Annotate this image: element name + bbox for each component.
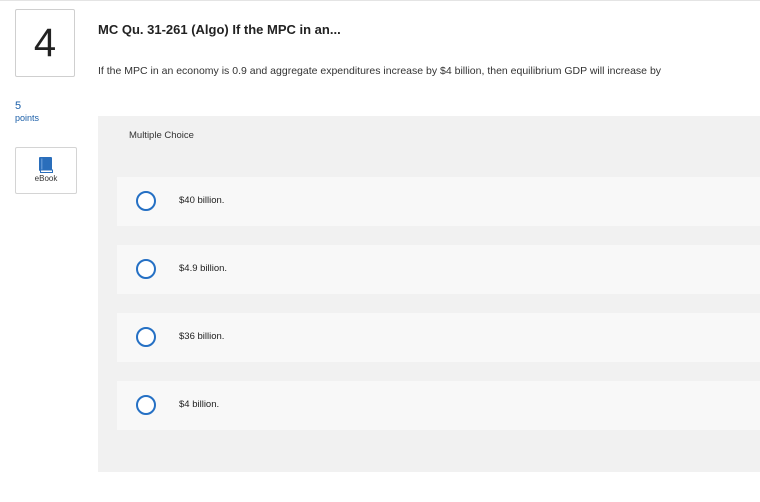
multiple-choice-label: Multiple Choice bbox=[129, 130, 194, 141]
choice-option-2[interactable]: $4.9 billion. bbox=[117, 245, 760, 294]
multiple-choice-panel: Multiple Choice $40 billion. $4.9 billio… bbox=[98, 116, 760, 472]
radio-button[interactable] bbox=[136, 191, 156, 211]
ebook-label: eBook bbox=[34, 174, 58, 183]
radio-button[interactable] bbox=[136, 395, 156, 415]
question-title: MC Qu. 31-261 (Algo) If the MPC in an... bbox=[98, 22, 341, 37]
question-text: If the MPC in an economy is 0.9 and aggr… bbox=[98, 65, 662, 77]
radio-button[interactable] bbox=[136, 327, 156, 347]
question-number: 4 bbox=[15, 9, 75, 77]
choice-text: $4 billion. bbox=[179, 399, 220, 410]
ebook-button[interactable]: eBook bbox=[15, 147, 77, 194]
choice-text: $4.9 billion. bbox=[179, 263, 228, 274]
choice-option-4[interactable]: $4 billion. bbox=[117, 381, 760, 430]
top-divider bbox=[0, 0, 760, 1]
points-info: 5 points bbox=[15, 100, 75, 124]
points-value: 5 bbox=[15, 100, 22, 112]
choice-text: $40 billion. bbox=[179, 195, 225, 206]
radio-button[interactable] bbox=[136, 259, 156, 279]
choice-option-1[interactable]: $40 billion. bbox=[117, 177, 760, 226]
points-label: points bbox=[15, 113, 40, 123]
choice-option-3[interactable]: $36 billion. bbox=[117, 313, 760, 362]
choice-text: $36 billion. bbox=[179, 331, 225, 342]
question-page: 4 5 points eBook MC Qu. 31-261 (Algo) If… bbox=[0, 0, 760, 502]
book-icon bbox=[39, 157, 53, 173]
